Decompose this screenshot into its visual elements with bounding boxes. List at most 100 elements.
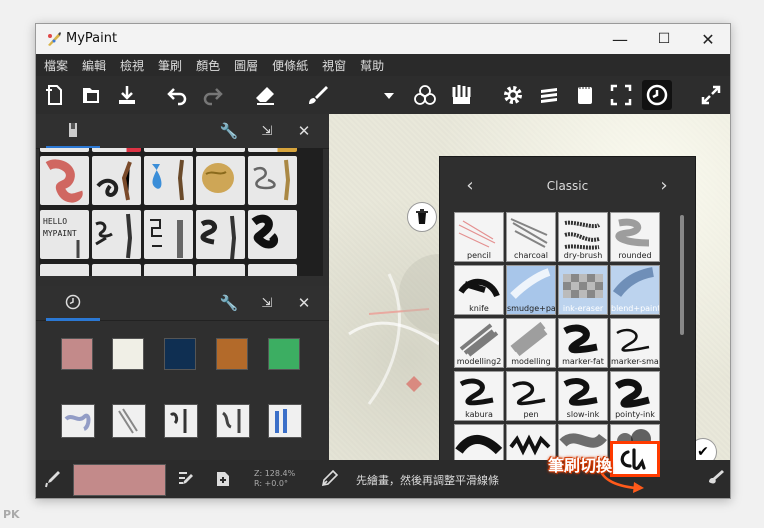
brush-item[interactable] [454,424,504,462]
tab-history[interactable] [46,286,100,321]
brush-thumb-water-drop[interactable] [144,156,193,205]
brush-thumb[interactable] [248,148,297,152]
brush-item-rounded[interactable]: rounded [610,212,660,262]
wrench-icon[interactable]: 🔧 [219,293,239,313]
brush-thumb-swirl[interactable] [248,156,297,205]
menu-view[interactable]: 檢視 [120,57,144,74]
brush-thumb[interactable] [248,264,297,276]
edit-icon[interactable] [176,469,196,493]
brush-item-kabura[interactable]: kabura [454,371,504,421]
brush-thumb-texture[interactable] [196,156,245,205]
brush-icon[interactable] [302,80,332,110]
recent-color-swatch[interactable] [112,338,144,370]
save-icon[interactable] [112,80,142,110]
menu-scratchpad[interactable]: 便條紙 [272,57,308,74]
brush-label: rounded [618,251,652,260]
recent-brush-thumb[interactable] [268,404,302,438]
brush-thumb[interactable] [144,148,193,152]
detach-icon[interactable]: ⇲ [257,293,277,313]
dropdown-arrow-icon[interactable] [374,80,404,110]
brush-thumb[interactable] [196,264,245,276]
recent-brush-thumb[interactable] [61,404,95,438]
brush-item-pencil[interactable]: pencil [454,212,504,262]
trash-icon[interactable] [407,202,437,232]
next-group-icon[interactable]: › [654,175,674,196]
settings-icon[interactable] [498,80,528,110]
brush-item-modelling2[interactable]: modelling2 [454,318,504,368]
brush-label: knife [469,304,489,313]
brush-item-pointy-ink[interactable]: pointy-ink [610,371,660,421]
menu-window[interactable]: 視窗 [322,57,346,74]
brush-thumb[interactable] [196,148,245,152]
brush-item-charcoal[interactable]: charcoal [506,212,556,262]
tab-brushes[interactable] [46,114,100,149]
brush-item-pen[interactable]: pen [506,371,556,421]
brush-item-knife[interactable]: knife [454,265,504,315]
add-layer-icon[interactable] [213,469,233,493]
brush-thumb-red-smudge[interactable] [40,156,89,205]
menu-bar: 檔案 編輯 檢視 筆刷 顏色 圖層 便條紙 視窗 幫助 [36,54,730,76]
history-clock-icon[interactable] [642,80,672,110]
brush-item-marker-fat[interactable]: marker-fat [558,318,608,368]
menu-help[interactable]: 幫助 [360,57,384,74]
undo-icon[interactable] [162,80,192,110]
wrench-icon[interactable]: 🔧 [219,121,239,141]
recent-color-swatch[interactable] [216,338,248,370]
brush-thumb[interactable] [40,148,89,152]
new-file-icon[interactable] [40,80,70,110]
redo-icon[interactable] [198,80,228,110]
open-file-icon[interactable] [76,80,106,110]
brush-item-slow-ink[interactable]: slow-ink [558,371,608,421]
brush-thumb-squiggle[interactable] [144,210,193,259]
brush-thumb-hello-mypaint[interactable]: HELLO MYPAINT [40,210,89,259]
maximize-button[interactable]: ☐ [642,24,686,54]
scratchpad-icon[interactable] [570,80,600,110]
recent-brush-thumb[interactable] [216,404,250,438]
brush-thumb-blob[interactable] [248,210,297,259]
detach-icon[interactable]: ⇲ [257,121,277,141]
menu-layer[interactable]: 圖層 [234,57,258,74]
recent-color-swatch[interactable] [61,338,93,370]
current-color-swatch[interactable] [73,464,166,496]
brush-thumb-ink-brush[interactable] [92,156,141,205]
brush-item-dry-brush[interactable]: dry-brush [558,212,608,262]
close-panel-icon[interactable]: ✕ [294,121,314,141]
brush-item-marker-small[interactable]: marker-small [610,318,660,368]
brush-label: charcoal [514,251,548,260]
layers-icon[interactable] [534,80,564,110]
recent-brush-thumb[interactable] [112,404,146,438]
color-circles-icon[interactable] [410,80,440,110]
menu-file[interactable]: 檔案 [44,57,68,74]
popup-scrollbar[interactable] [680,215,684,335]
brush-set-icon[interactable] [446,80,476,110]
brush-thumb[interactable] [92,264,141,276]
brush-label: modelling [511,357,551,366]
brush-thumb-zigzag[interactable] [92,210,141,259]
recent-color-swatch[interactable] [268,338,300,370]
brush-thumb[interactable] [92,148,141,152]
minimize-button[interactable]: — [598,24,642,54]
brush-item-ink-eraser[interactable]: ink-eraser [558,265,608,315]
color-picker-icon[interactable] [44,469,62,493]
menu-color[interactable]: 顏色 [196,57,220,74]
brush-color-icon[interactable] [704,468,726,494]
expand-icon[interactable] [696,80,726,110]
close-panel-icon[interactable]: ✕ [294,293,314,313]
brush-item-smudge-paint[interactable]: smudge+paint [506,265,556,315]
brush-thumb[interactable] [40,264,89,276]
recent-brush-thumb[interactable] [164,404,198,438]
brush-item-modelling[interactable]: modelling [506,318,556,368]
pen-tool-icon[interactable] [319,469,339,493]
brush-item-blend-paint[interactable]: blend+paint [610,265,660,315]
menu-edit[interactable]: 編輯 [82,57,106,74]
recent-color-swatch[interactable] [164,338,196,370]
menu-brush[interactable]: 筆刷 [158,57,182,74]
brush-label: marker-fat [562,357,604,366]
status-hint-text: 先繪畫，然後再調整平滑線條 [356,474,499,487]
svg-text:HELLO: HELLO [43,217,67,226]
brush-thumb-bold-wave[interactable] [196,210,245,259]
fullscreen-icon[interactable] [606,80,636,110]
close-button[interactable]: ✕ [686,24,730,54]
eraser-icon[interactable] [250,80,280,110]
brush-thumb[interactable] [144,264,193,276]
